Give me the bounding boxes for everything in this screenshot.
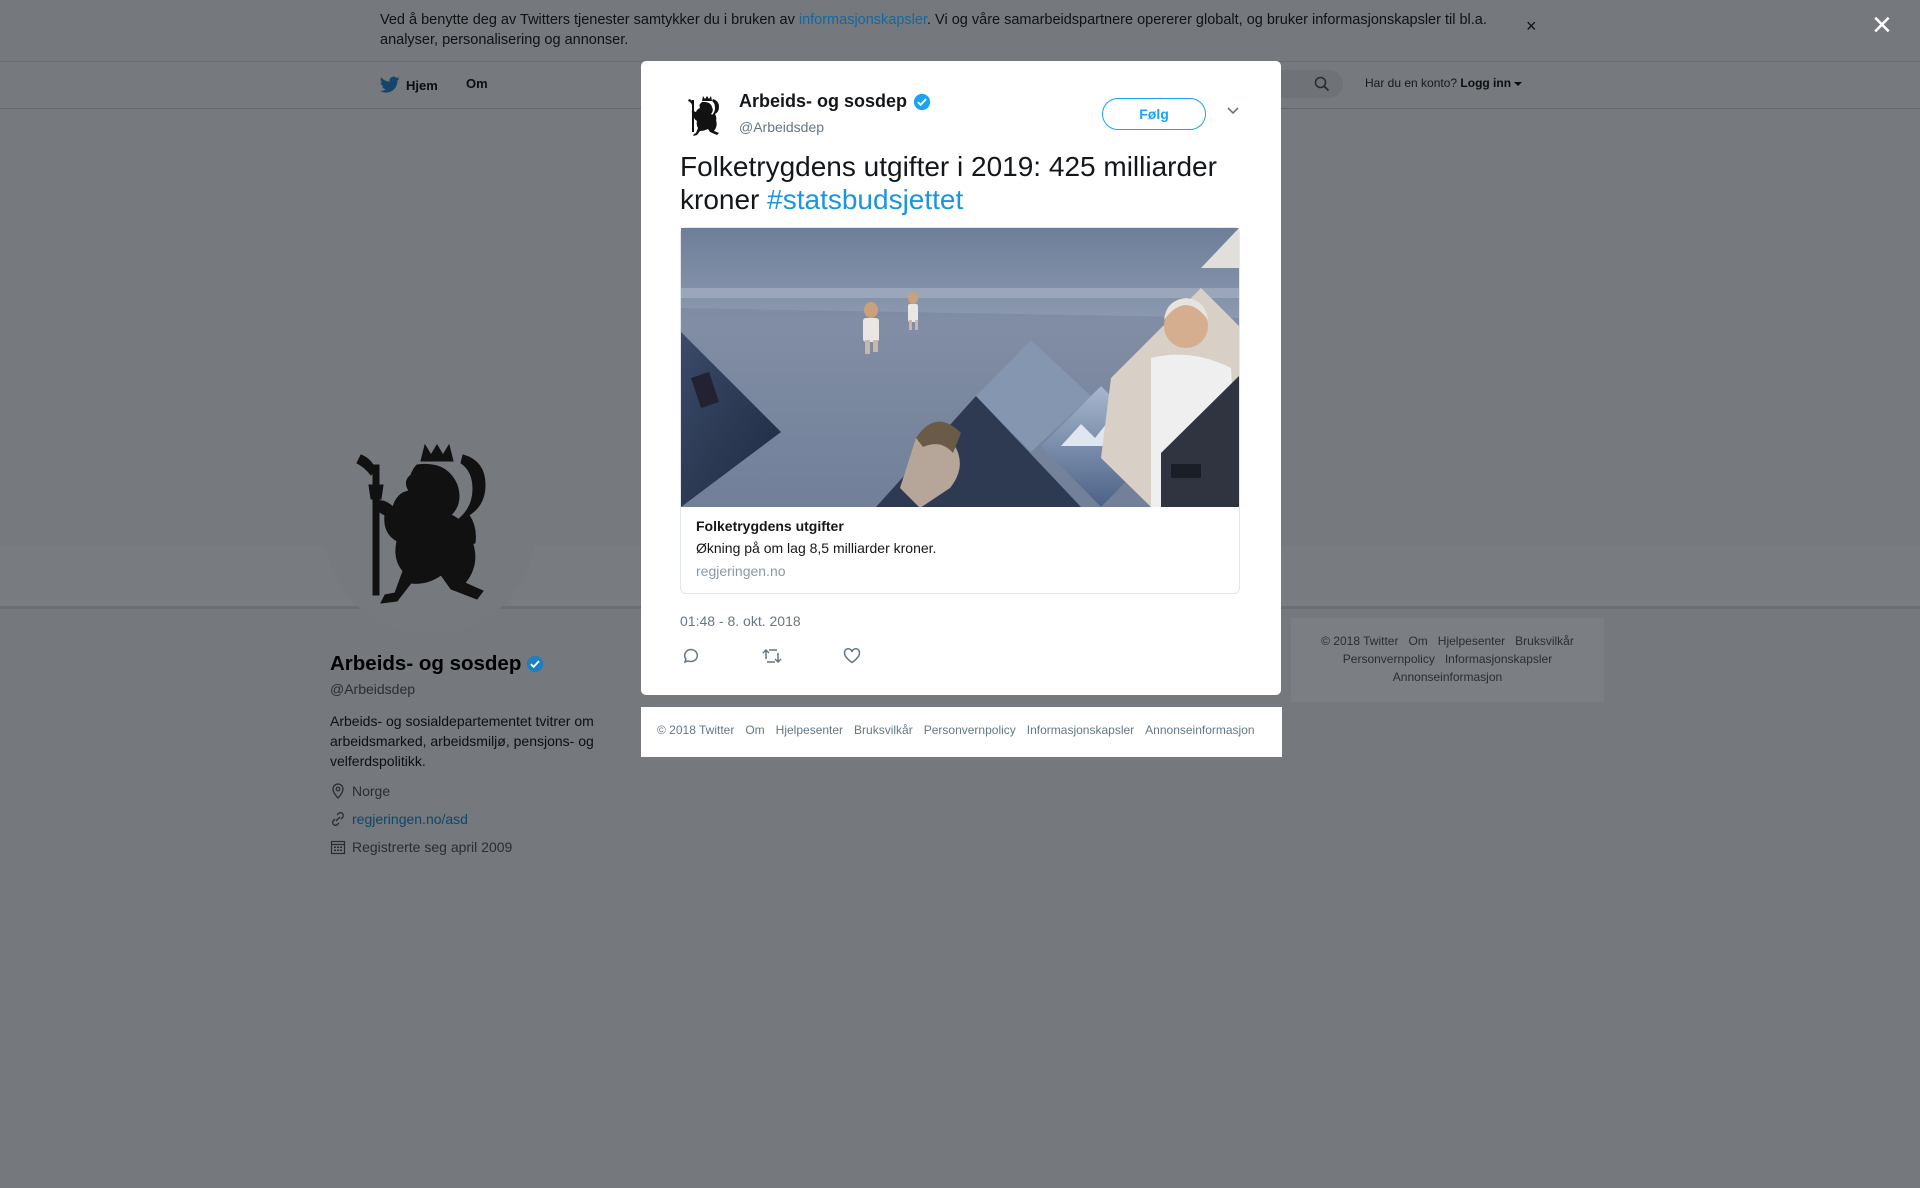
modal-footer-links: © 2018 Twitter Om Hjelpesenter Bruksvilkår P… (657, 723, 1266, 737)
profile-joined-text: Registrerte seg april 2009 (352, 839, 513, 855)
tweet-author-name[interactable]: Arbeids- og sosdep (739, 91, 931, 112)
footer-link-ads[interactable]: Annonseinformasjon (1393, 670, 1502, 684)
footer-link-cookies[interactable]: Informasjonskapsler (1445, 652, 1552, 666)
norwegian-lion-emblem-icon (325, 425, 535, 635)
profile-location-text: Norge (352, 783, 391, 799)
modal-footer-copyright: © 2018 Twitter (657, 723, 735, 737)
link-card-domain: regjeringen.no (696, 563, 786, 579)
profile-website-link[interactable]: regjeringen.no/asd (352, 811, 468, 827)
footer-link-privacy[interactable]: Personvernpolicy (1343, 652, 1435, 666)
hashtag-link[interactable]: #statsbudsjettet (767, 184, 963, 215)
nav-home-label: Hjem (406, 77, 438, 93)
nav-home-link[interactable]: Hjem (380, 76, 438, 94)
modal-footer-link-terms[interactable]: Bruksvilkår (854, 723, 913, 737)
verified-badge-icon (913, 93, 931, 110)
footer-copyright: © 2018 Twitter (1321, 634, 1399, 648)
modal-footer-link-privacy[interactable]: Personvernpolicy (924, 723, 1016, 737)
calendar-icon (330, 840, 346, 855)
profile-name-text: Arbeids- og sosdep (330, 652, 522, 675)
modal-footer-link-cookies[interactable]: Informasjonskapsler (1027, 723, 1134, 737)
footer-link-help[interactable]: Hjelpesenter (1438, 634, 1505, 648)
tweet-author-avatar[interactable] (680, 90, 730, 140)
chevron-down-icon[interactable] (1514, 81, 1523, 87)
cookie-close-button[interactable]: × (1526, 16, 1537, 37)
profile-avatar[interactable] (325, 425, 535, 635)
profile-footer-links: © 2018 Twitter Om Hjelpesenter Bruksvilkår … (1300, 632, 1595, 686)
modal-footer-link-help[interactable]: Hjelpesenter (776, 723, 843, 737)
reply-icon[interactable] (682, 647, 700, 665)
cookie-policy-link[interactable]: informasjonskapsler (799, 12, 927, 28)
verified-badge-icon (527, 655, 544, 673)
follow-button[interactable]: Følg (1102, 98, 1206, 130)
footer-link-terms[interactable]: Bruksvilkår (1515, 634, 1574, 648)
link-card-image[interactable] (681, 228, 1239, 507)
login-link[interactable]: Logg inn (1460, 76, 1511, 90)
link-card-title[interactable]: Folketrygdens utgifter (696, 518, 844, 534)
modal-footer-link-about[interactable]: Om (745, 723, 764, 737)
tweet-text: Folketrygdens utgifter i 2019: 425 milli… (680, 150, 1240, 216)
profile-location: Norge (330, 783, 390, 799)
link-icon (332, 812, 344, 826)
chevron-down-icon[interactable] (1226, 106, 1240, 116)
tweet-author-name-text: Arbeids- og sosdep (739, 91, 908, 111)
overlay-close-button[interactable]: × (1872, 8, 1892, 42)
account-question: Har du en konto? (1365, 76, 1458, 90)
modal-footer-link-ads[interactable]: Annonseinformasjon (1145, 723, 1254, 737)
tweet-timestamp[interactable]: 01:48 - 8. okt. 2018 (680, 613, 801, 629)
profile-name[interactable]: Arbeids- og sosdep (330, 652, 544, 676)
card-photo-collage (681, 228, 1239, 507)
footer-link-about[interactable]: Om (1408, 634, 1427, 648)
cookie-banner-text: Ved å benytte deg av Twitters tjenester … (380, 12, 1487, 48)
tweet-author-handle[interactable]: @Arbeidsdep (739, 119, 824, 135)
profile-handle[interactable]: @Arbeidsdep (330, 681, 415, 697)
profile-joined: Registrerte seg april 2009 (330, 839, 512, 855)
profile-website: regjeringen.no/asd (330, 811, 468, 827)
search-icon[interactable] (1314, 76, 1330, 92)
twitter-bird-icon (380, 76, 400, 93)
location-icon (332, 783, 344, 799)
account-prompt: Har du en konto? Logg inn (1365, 76, 1523, 90)
retweet-icon[interactable] (762, 647, 782, 665)
link-card-description: Økning på om lag 8,5 milliarder kroner. (696, 540, 937, 556)
like-icon[interactable] (843, 647, 861, 665)
norwegian-lion-emblem-icon (680, 90, 730, 140)
profile-bio: Arbeids- og sosialdepartementet tvitrer … (330, 713, 594, 769)
nav-about-link[interactable]: Om (466, 76, 488, 91)
